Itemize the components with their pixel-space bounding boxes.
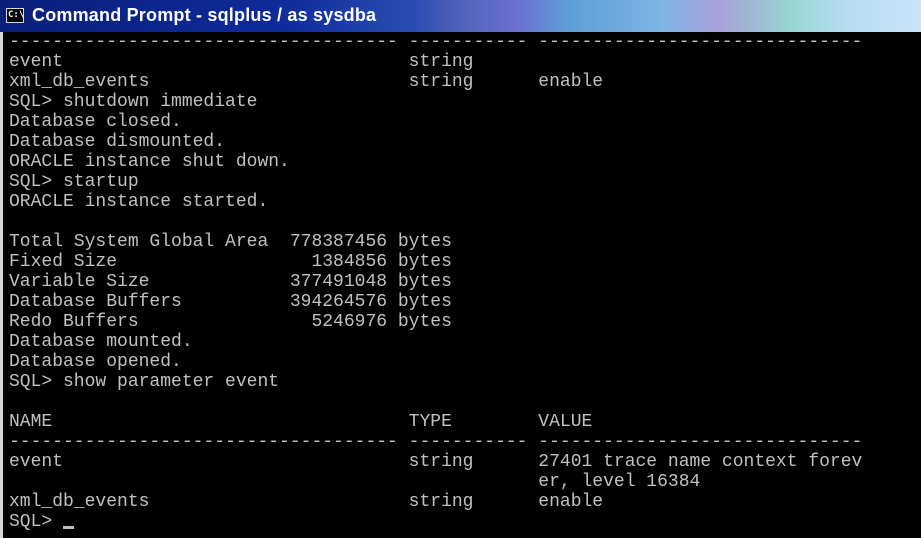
console-line: Variable Size 377491048 bytes xyxy=(9,272,452,292)
console-line: Total System Global Area 778387456 bytes xyxy=(9,232,452,252)
console-line: Database mounted. xyxy=(9,332,193,352)
console-line: event string 27401 trace name context fo… xyxy=(9,452,863,472)
console-line: xml_db_events string enable xyxy=(9,492,604,512)
console-line: NAME TYPE VALUE xyxy=(9,412,593,432)
text-cursor xyxy=(63,526,75,529)
console-line: ORACLE instance started. xyxy=(9,192,269,212)
console-line: Database closed. xyxy=(9,112,182,132)
cmd-icon[interactable]: C:\ xyxy=(6,8,24,23)
console-line: SQL> show parameter event xyxy=(9,372,280,392)
console-line: SQL> shutdown immediate xyxy=(9,92,258,112)
console-line: Database dismounted. xyxy=(9,132,226,152)
title-bar[interactable]: C:\ Command Prompt - sqlplus / as sysdba xyxy=(0,0,921,32)
console-line: Redo Buffers 5246976 bytes xyxy=(9,312,452,332)
prompt-line[interactable]: SQL> xyxy=(9,512,921,532)
console-line: xml_db_events string enable xyxy=(9,72,604,92)
cmd-icon-label: C:\ xyxy=(8,10,25,20)
console-line: ------------------------------------ ---… xyxy=(9,32,863,52)
console-line: Database opened. xyxy=(9,352,182,372)
console-line: Fixed Size 1384856 bytes xyxy=(9,252,452,272)
console-line: SQL> startup xyxy=(9,172,139,192)
console-line: ORACLE instance shut down. xyxy=(9,152,290,172)
window-title: Command Prompt - sqlplus / as sysdba xyxy=(32,5,377,25)
command-prompt-window: C:\ Command Prompt - sqlplus / as sysdba… xyxy=(0,0,921,538)
console-line: event string xyxy=(9,52,474,72)
console-output[interactable]: ------------------------------------ ---… xyxy=(0,32,921,538)
console-line: ------------------------------------ ---… xyxy=(9,432,863,452)
console-line: er, level 16384 xyxy=(9,472,701,492)
console-line: Database Buffers 394264576 bytes xyxy=(9,292,452,312)
sql-prompt: SQL> xyxy=(9,512,64,532)
